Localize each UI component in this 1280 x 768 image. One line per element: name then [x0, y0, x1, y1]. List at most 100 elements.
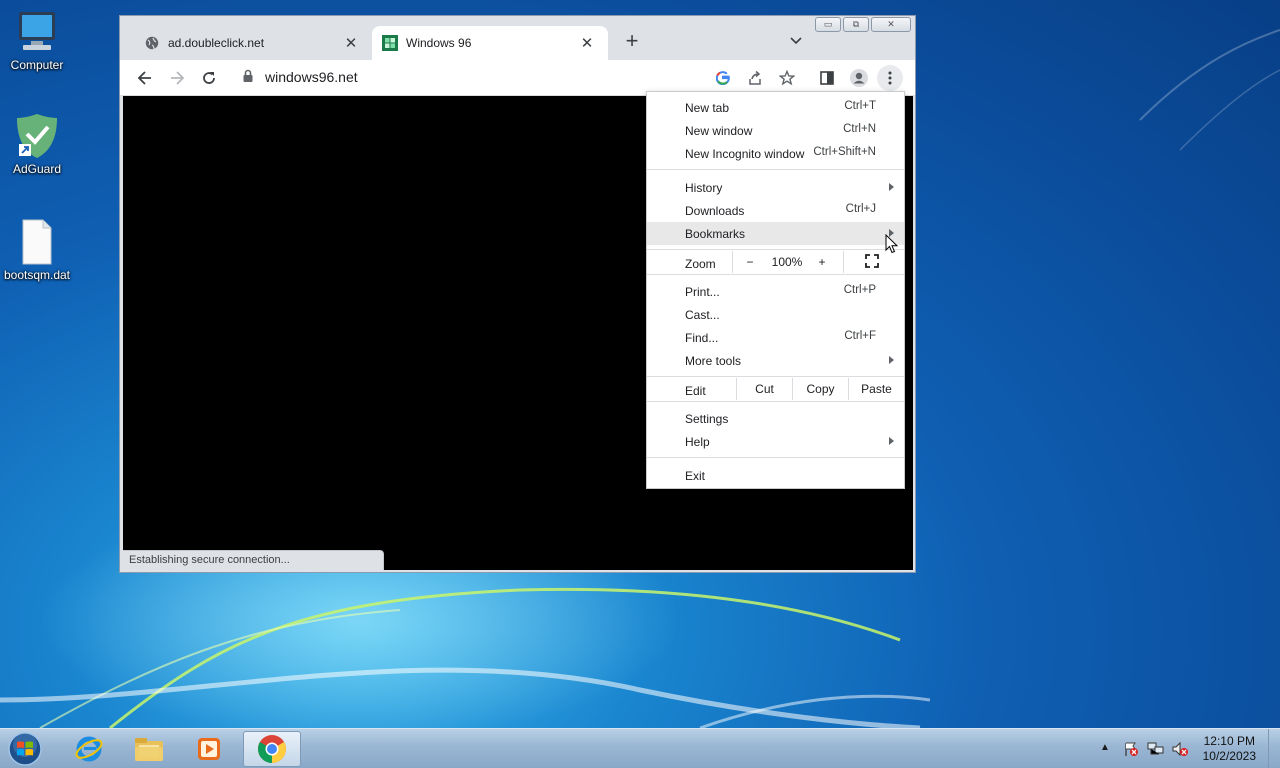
- menu-item-label: New tab: [685, 101, 730, 115]
- taskbar-media-player[interactable]: [180, 731, 238, 767]
- menu-separator: [732, 251, 733, 273]
- menu-item-history[interactable]: History: [647, 176, 904, 199]
- show-hidden-icons-button[interactable]: ▲: [1100, 742, 1116, 758]
- menu-item-print[interactable]: Print... Ctrl+P: [647, 280, 904, 303]
- menu-item-new-window[interactable]: New window Ctrl+N: [647, 119, 904, 142]
- chrome-app-menu: New tab Ctrl+T New window Ctrl+N New Inc…: [646, 91, 905, 489]
- desktop-icon-adguard[interactable]: AdGuard: [1, 112, 73, 176]
- network-icon[interactable]: [1147, 741, 1164, 757]
- tab-title: Windows 96: [406, 36, 472, 50]
- menu-separator: [647, 457, 904, 458]
- menu-item-new-incognito[interactable]: New Incognito window Ctrl+Shift+N: [647, 142, 904, 165]
- avatar-icon: [850, 69, 868, 87]
- menu-item-find[interactable]: Find... Ctrl+F: [647, 326, 904, 349]
- back-button[interactable]: [132, 65, 158, 91]
- show-desktop-button[interactable]: [1268, 729, 1280, 768]
- desktop-icon-bootsqm[interactable]: bootsqm.dat: [1, 218, 73, 282]
- tab-close-icon[interactable]: ✕: [578, 34, 596, 52]
- zoom-out-button[interactable]: −: [745, 255, 755, 269]
- paste-button[interactable]: Paste: [849, 382, 904, 396]
- menu-item-label: Help: [685, 435, 710, 449]
- submenu-arrow-icon: [889, 437, 894, 445]
- menu-item-shortcut: Ctrl+P: [843, 284, 876, 296]
- menu-item-settings[interactable]: Settings: [647, 407, 904, 430]
- cut-button[interactable]: Cut: [737, 382, 792, 396]
- desktop-icon-label: Computer: [10, 58, 64, 72]
- volume-muted-icon[interactable]: [1171, 741, 1188, 757]
- reload-button[interactable]: [196, 65, 222, 91]
- menu-separator: [647, 249, 904, 250]
- menu-item-help[interactable]: Help: [647, 430, 904, 453]
- menu-item-shortcut: Ctrl+Shift+N: [813, 146, 876, 158]
- tab-search-button[interactable]: [786, 32, 806, 52]
- lock-icon[interactable]: [242, 69, 254, 86]
- tab-ad-doubleclick[interactable]: ad.doubleclick.net ✕: [120, 26, 372, 60]
- globe-icon: [144, 35, 160, 51]
- new-tab-button[interactable]: +: [620, 30, 644, 54]
- fullscreen-icon: [865, 254, 879, 268]
- bookmark-star-button[interactable]: [774, 65, 800, 91]
- internet-explorer-icon: [75, 736, 103, 762]
- menu-separator: [647, 274, 904, 275]
- taskbar-chrome[interactable]: [243, 731, 301, 767]
- media-player-icon: [198, 738, 220, 760]
- forward-button[interactable]: [164, 65, 190, 91]
- back-arrow-icon: [137, 71, 151, 85]
- chrome-menu-button[interactable]: [877, 65, 903, 91]
- windows96-favicon: [382, 35, 398, 51]
- google-lens-button[interactable]: [710, 65, 736, 91]
- menu-separator: [647, 169, 904, 170]
- start-orb-icon: [8, 732, 42, 766]
- chrome-icon: [258, 735, 286, 763]
- chevron-down-icon: [790, 32, 802, 48]
- zoom-row: Zoom − 100% +: [647, 251, 904, 274]
- system-clock[interactable]: 12:10 PM 10/2/2023: [1203, 734, 1256, 764]
- menu-item-label: Exit: [685, 469, 706, 483]
- share-button[interactable]: [742, 65, 768, 91]
- taskbar: ▲ 12:10 PM 10/2/2023: [0, 728, 1280, 768]
- menu-item-bookmarks[interactable]: Bookmarks: [647, 222, 904, 245]
- file-icon: [13, 218, 61, 266]
- menu-item-downloads[interactable]: Downloads Ctrl+J: [647, 199, 904, 222]
- zoom-label: Zoom: [685, 257, 716, 271]
- menu-item-label: Downloads: [685, 204, 745, 218]
- mouse-cursor-icon: [885, 234, 899, 254]
- kebab-menu-icon: [888, 71, 892, 85]
- profile-button[interactable]: [846, 65, 872, 91]
- menu-item-label: Settings: [685, 412, 729, 426]
- adguard-shield-icon: [13, 112, 61, 160]
- taskbar-internet-explorer[interactable]: [60, 731, 118, 767]
- menu-item-shortcut: Ctrl+N: [843, 123, 876, 135]
- menu-item-label: More tools: [685, 354, 742, 368]
- menu-item-label: Cast...: [685, 308, 720, 322]
- tab-close-icon[interactable]: ✕: [342, 34, 360, 52]
- submenu-arrow-icon: [889, 183, 894, 191]
- side-panel-icon: [820, 71, 834, 85]
- desktop-icon-computer[interactable]: Computer: [1, 8, 73, 72]
- action-center-flag-icon[interactable]: [1123, 741, 1139, 757]
- side-panel-button[interactable]: [814, 65, 840, 91]
- menu-item-new-tab[interactable]: New tab Ctrl+T: [647, 96, 904, 119]
- file-explorer-icon: [135, 738, 163, 761]
- start-button[interactable]: [0, 731, 50, 767]
- copy-button[interactable]: Copy: [793, 382, 848, 396]
- share-icon: [749, 70, 761, 85]
- menu-item-shortcut: Ctrl+F: [844, 330, 876, 342]
- zoom-in-button[interactable]: +: [817, 255, 827, 269]
- menu-separator: [647, 401, 904, 402]
- menu-item-label: History: [685, 181, 723, 195]
- menu-item-more-tools[interactable]: More tools: [647, 349, 904, 372]
- desktop-icon-label: AdGuard: [12, 162, 62, 176]
- edit-label: Edit: [685, 384, 706, 398]
- address-bar[interactable]: windows96.net: [265, 69, 358, 85]
- tab-windows96[interactable]: Windows 96 ✕: [372, 26, 608, 60]
- taskbar-file-explorer[interactable]: [120, 731, 178, 767]
- star-icon: [779, 70, 795, 86]
- fullscreen-button[interactable]: [865, 254, 879, 271]
- menu-separator: [647, 376, 904, 377]
- google-icon: [716, 71, 730, 85]
- menu-item-shortcut: Ctrl+J: [845, 203, 876, 215]
- menu-item-label: Bookmarks: [685, 227, 746, 241]
- menu-item-cast[interactable]: Cast...: [647, 303, 904, 326]
- menu-item-exit[interactable]: Exit: [647, 464, 904, 487]
